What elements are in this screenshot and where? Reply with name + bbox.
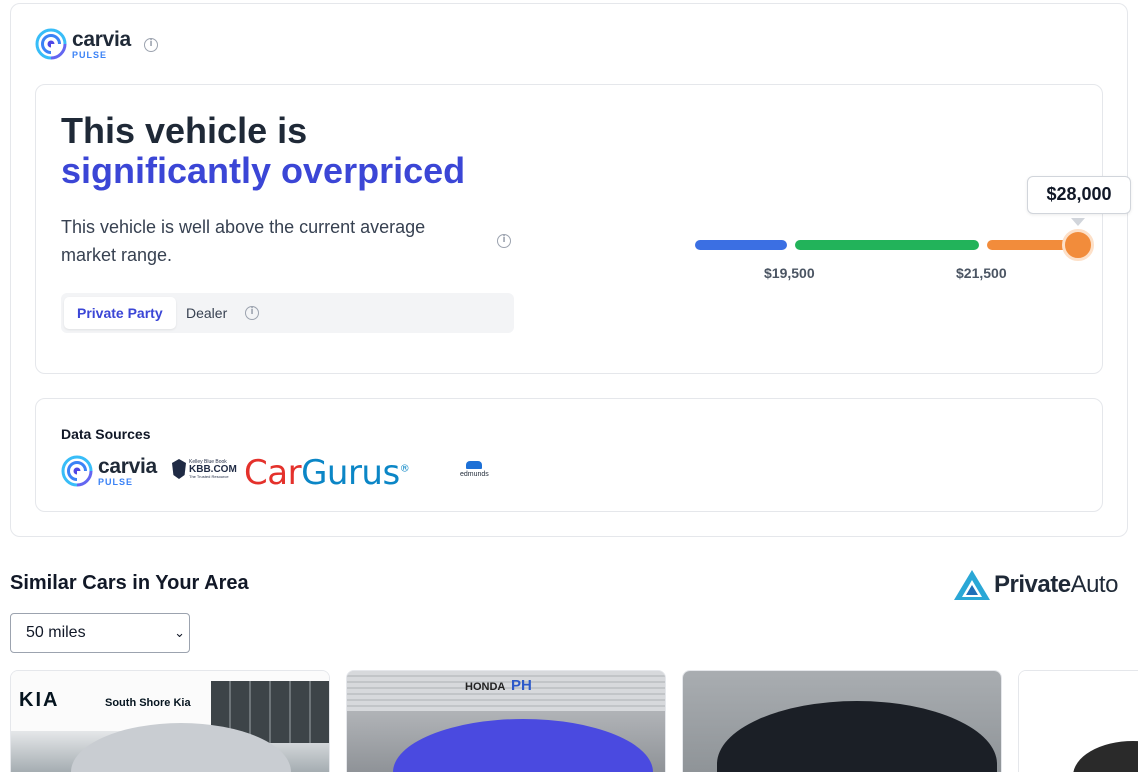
verdict-line-2: significantly overpriced xyxy=(61,150,466,191)
kbb-shield-icon xyxy=(172,459,186,479)
seller-type-tabs: Private Party Dealer i xyxy=(61,293,514,333)
listing-card[interactable]: KIA South Shore Kia xyxy=(10,670,330,772)
tooltip-arrow xyxy=(1071,218,1085,226)
range-tick-high: $21,500 xyxy=(956,265,1007,281)
price-verdict-card: This vehicle is significantly overpriced… xyxy=(35,84,1131,374)
edmunds-name: edmunds xyxy=(460,471,489,478)
edmunds-source-logo: edmunds xyxy=(460,461,489,478)
cargurus-source-logo: CarGurus® xyxy=(244,453,410,493)
dealer-name: PH xyxy=(511,677,532,694)
cargurus-registered: ® xyxy=(399,463,410,475)
listing-photo: KIA South Shore Kia xyxy=(11,671,329,772)
range-tick-low: $19,500 xyxy=(764,265,815,281)
source-carvia-sub: PULSE xyxy=(98,476,134,487)
carvia-logo-icon xyxy=(35,28,67,60)
listing-photo: HONDA PH xyxy=(347,671,665,772)
kbb-line-3: The Trusted Resource xyxy=(189,473,229,479)
brand-sub: PULSE xyxy=(72,49,108,60)
radius-value: 50 miles xyxy=(26,624,86,641)
current-price-tooltip: $28,000 xyxy=(1027,176,1131,214)
similar-cars-title: Similar Cars in Your Area xyxy=(10,572,249,594)
dealer-brand: HONDA xyxy=(465,681,506,693)
info-icon[interactable]: i xyxy=(497,234,511,248)
listing-card[interactable] xyxy=(682,670,1002,772)
info-icon[interactable]: i xyxy=(144,38,158,52)
edmunds-car-icon xyxy=(466,461,483,469)
tab-dealer[interactable]: Dealer xyxy=(173,297,240,329)
car-image xyxy=(717,701,997,772)
source-carvia-name: carvia xyxy=(98,454,157,478)
brand-name: carvia xyxy=(72,27,131,51)
carvia-pulse-logo: carvia PULSE xyxy=(35,28,131,60)
kbb-line-2: KBB.COM xyxy=(189,463,237,475)
chevron-down-icon: ⌄ xyxy=(174,625,185,640)
verdict-line-1: This vehicle is xyxy=(61,110,308,151)
listing-photo xyxy=(683,671,1001,772)
data-sources-title: Data Sources xyxy=(61,426,151,442)
car-image xyxy=(393,719,653,772)
range-segment-fair xyxy=(795,240,979,250)
dealer-name: South Shore Kia xyxy=(105,697,191,709)
listing-card[interactable] xyxy=(1018,670,1138,772)
dealer-brand: KIA xyxy=(19,689,60,711)
kbb-source-logo: Kelley Blue Book KBB.COM The Trusted Res… xyxy=(172,459,237,479)
listing-card[interactable]: HONDA PH xyxy=(346,670,666,772)
price-marker xyxy=(1062,229,1094,261)
privateauto-mark-icon xyxy=(954,570,990,600)
carvia-source-logo: carvia PULSE xyxy=(61,455,157,487)
listing-photo xyxy=(1019,671,1138,772)
cargurus-part-2: Gurus xyxy=(301,453,400,493)
cargurus-part-1: Car xyxy=(244,453,302,493)
tab-private-party[interactable]: Private Party xyxy=(64,297,176,329)
info-icon[interactable]: i xyxy=(245,306,259,320)
privateauto-bold: Private xyxy=(994,571,1071,598)
verdict-description: This vehicle is well above the current a… xyxy=(61,217,426,265)
carvia-logo-icon xyxy=(61,455,93,487)
range-segment-below xyxy=(695,240,787,250)
search-radius-select[interactable]: 50 miles ⌄ xyxy=(10,613,190,653)
data-sources-card: Data Sources carvia PULSE Kelley Blue Bo… xyxy=(35,398,1103,512)
verdict-headline: This vehicle is significantly overpriced xyxy=(61,111,465,191)
carvia-pulse-widget: carvia PULSE i This vehicle is significa… xyxy=(10,3,1131,537)
privateauto-rest: Auto xyxy=(1070,571,1119,598)
privateauto-logo[interactable]: PrivateAuto xyxy=(953,568,1118,602)
car-image xyxy=(1073,741,1138,772)
